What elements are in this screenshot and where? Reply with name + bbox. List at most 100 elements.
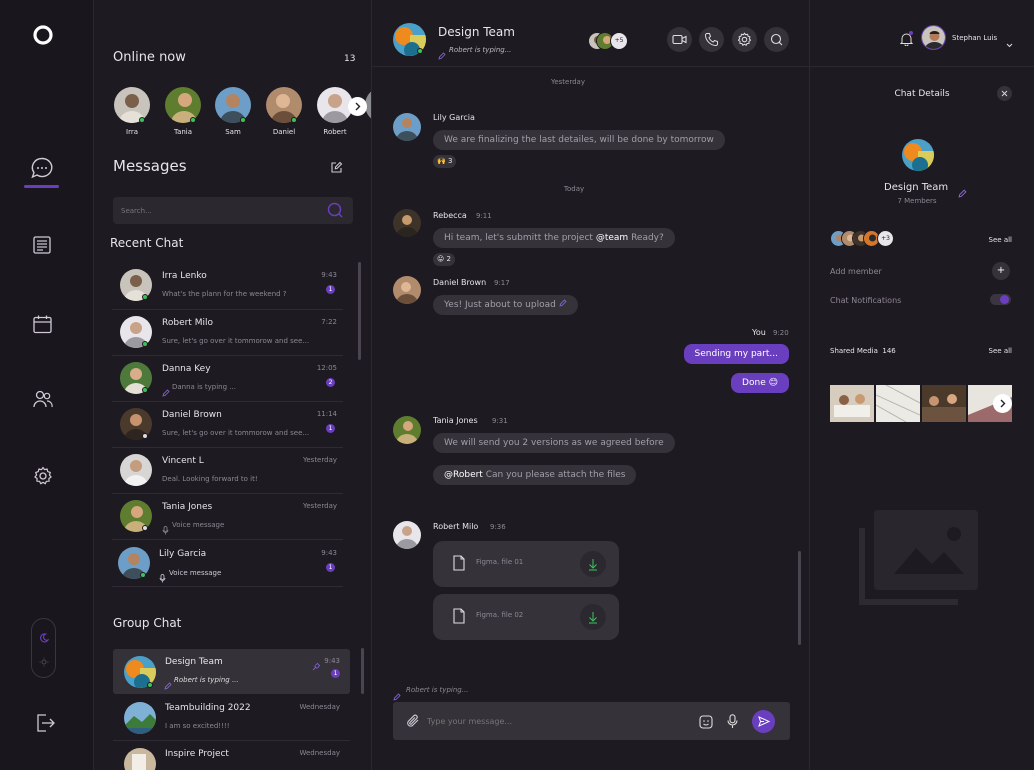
message-time: 9:11 xyxy=(476,212,492,220)
file-attachment[interactable]: Figma. file 01 xyxy=(433,541,619,587)
download-button[interactable] xyxy=(580,551,606,577)
search-icon[interactable] xyxy=(327,202,343,222)
see-all-media-link[interactable]: See all xyxy=(989,347,1012,355)
online-dot xyxy=(147,682,153,688)
media-thumbnail[interactable] xyxy=(922,385,966,422)
offline-dot xyxy=(142,433,148,439)
list-icon[interactable] xyxy=(33,236,51,258)
online-user-name: Irra xyxy=(126,128,138,136)
message-bubble[interactable]: Yes! Just about to upload xyxy=(433,295,578,315)
avatar xyxy=(120,454,152,486)
contact-name: Lily Garcia xyxy=(159,549,207,559)
search-input[interactable] xyxy=(121,203,311,218)
media-thumbnail[interactable] xyxy=(830,385,874,422)
conversations-panel: Online now 13 Irra Tania Sam Daniel Robe… xyxy=(94,0,372,770)
list-item[interactable]: Danna Key Danna is typing ... 12:05 2 xyxy=(112,356,343,402)
chat-search-button[interactable] xyxy=(764,27,789,52)
recent-scrollbar[interactable] xyxy=(358,262,361,360)
messages-title: Messages xyxy=(113,157,187,175)
message-preview: What's the plann for the weekend ? xyxy=(162,290,287,298)
online-dot xyxy=(240,117,246,123)
moon-icon[interactable] xyxy=(39,628,50,647)
close-button[interactable] xyxy=(997,86,1012,101)
online-dot xyxy=(142,387,148,393)
see-all-members-link[interactable]: See all xyxy=(989,236,1012,244)
member-avatars[interactable]: +3 xyxy=(830,230,902,248)
reaction-badge[interactable]: 🙌 3 xyxy=(433,155,457,168)
member-avatars[interactable]: +5 xyxy=(588,32,633,52)
message-time: 9:43 xyxy=(324,657,340,665)
search-field[interactable] xyxy=(113,197,353,224)
message-text: Can you please attach the files xyxy=(485,470,626,480)
sender-name: You xyxy=(752,328,766,337)
chat-icon[interactable] xyxy=(30,156,54,184)
typing-indicator: Robert is typing... xyxy=(449,46,512,54)
recent-chat-title: Recent Chat xyxy=(110,236,184,250)
message-text: Done xyxy=(742,378,766,388)
file-attachment[interactable]: Figma. file 02 xyxy=(433,594,619,640)
media-next-button[interactable] xyxy=(993,394,1012,413)
message-bubble[interactable]: @Robert Can you please attach the files xyxy=(433,465,637,485)
app-logo-icon[interactable] xyxy=(31,24,55,50)
message-preview: Voice message xyxy=(172,521,225,529)
list-item[interactable]: Tania Jones Voice message Yesterday xyxy=(112,494,343,540)
calendar-icon[interactable] xyxy=(33,315,52,338)
attach-icon[interactable] xyxy=(405,713,421,733)
voice-call-button[interactable] xyxy=(699,27,724,52)
sender-name: Robert Milo xyxy=(433,522,479,531)
chevron-down-icon[interactable] xyxy=(1006,34,1013,53)
list-item[interactable]: Robert Milo Sure, let's go over it tommo… xyxy=(112,310,343,356)
message-composer xyxy=(393,702,790,740)
media-thumbnail[interactable] xyxy=(876,385,920,422)
my-message-bubble[interactable]: Sending my part... xyxy=(683,344,789,364)
video-call-button[interactable] xyxy=(667,27,692,52)
online-dot xyxy=(142,294,148,300)
list-item[interactable]: Teambuilding 2022 I am so excited!!!! We… xyxy=(113,695,350,741)
send-button[interactable] xyxy=(752,710,775,733)
user-avatar[interactable] xyxy=(921,25,946,50)
list-item[interactable]: Daniel Brown Sure, let's go over it tomm… xyxy=(112,402,343,448)
group-scrollbar[interactable] xyxy=(361,648,364,694)
theme-toggle[interactable] xyxy=(31,618,56,678)
group-name: Design Team xyxy=(884,182,949,193)
microphone-icon[interactable] xyxy=(727,714,738,733)
message-text: Ready? xyxy=(631,233,664,243)
download-button[interactable] xyxy=(580,604,606,630)
mention[interactable]: @team xyxy=(596,233,628,243)
chat-scrollbar[interactable] xyxy=(798,551,801,645)
day-separator: Yesterday xyxy=(551,78,585,86)
list-item[interactable]: Vincent L Deal. Looking forward to it! Y… xyxy=(112,448,343,494)
reaction-badge[interactable]: 😛 2 xyxy=(433,253,455,266)
my-message-bubble[interactable]: Done 😊 xyxy=(731,373,789,393)
chat-settings-button[interactable] xyxy=(732,27,757,52)
group-chat-title: Group Chat xyxy=(113,616,182,630)
avatar xyxy=(393,276,421,304)
list-item[interactable]: Irra Lenko What's the plann for the week… xyxy=(112,263,343,310)
group-name: Inspire Project xyxy=(165,749,229,759)
sticker-icon[interactable] xyxy=(699,714,713,733)
mention[interactable]: @Robert xyxy=(444,470,483,480)
message-time: 9:20 xyxy=(773,329,789,337)
compose-icon[interactable] xyxy=(330,159,343,178)
settings-icon[interactable] xyxy=(33,466,53,490)
add-member-button[interactable]: + xyxy=(992,262,1010,280)
message-input[interactable] xyxy=(427,712,687,730)
message-bubble[interactable]: We will send you 2 versions as we agreed… xyxy=(433,433,675,453)
user-name[interactable]: Stephan Luis xyxy=(952,34,997,42)
online-next-button[interactable] xyxy=(348,97,367,116)
notifications-toggle[interactable] xyxy=(990,294,1011,305)
plus-icon: + xyxy=(996,265,1006,276)
message-time: 9:36 xyxy=(490,523,506,531)
pen-icon xyxy=(164,675,172,694)
list-item[interactable]: Inspire Project Wednesday xyxy=(113,741,350,770)
list-item-active[interactable]: Design Team Robert is typing ... 9:43 1 xyxy=(113,649,350,694)
message-bubble[interactable]: We are finalizing the last detailes, wil… xyxy=(433,130,725,150)
contacts-icon[interactable] xyxy=(33,390,53,412)
message-bubble[interactable]: Hi team, let's submitt the project @team… xyxy=(433,228,675,248)
pen-icon xyxy=(162,382,170,401)
logout-icon[interactable] xyxy=(36,714,56,736)
phone-icon xyxy=(704,33,718,47)
shared-media-count: 146 xyxy=(882,347,896,355)
list-item[interactable]: Lily Garcia Voice message 9:43 1 xyxy=(112,540,343,587)
sun-icon[interactable] xyxy=(39,652,49,671)
